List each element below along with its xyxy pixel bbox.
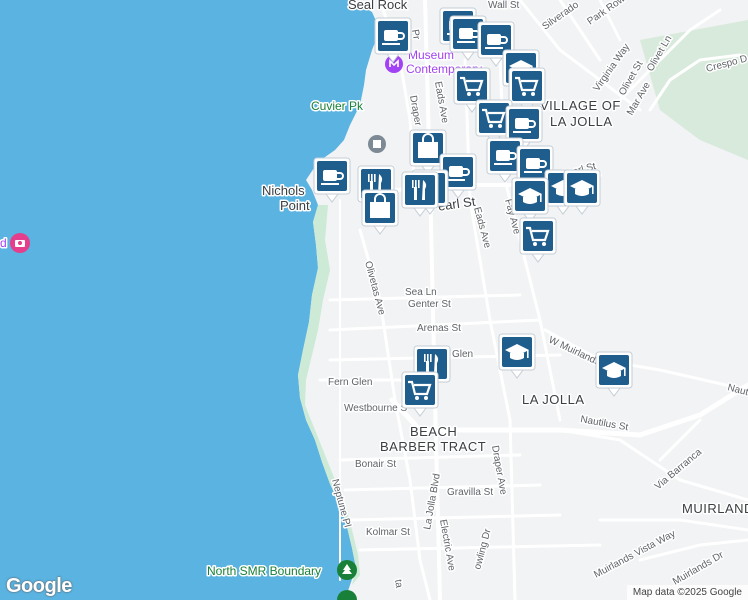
- label-westbourne: Westbourne S: [344, 403, 408, 414]
- label-arenas-st: Arenas St: [417, 323, 461, 334]
- label-north-smr-boundary: North SMR Boundary: [207, 564, 321, 578]
- map-canvas[interactable]: Seal Rock Museum Contemporary Cuvier Pk …: [0, 0, 748, 600]
- label-la-jolla: LA JOLLA: [522, 392, 585, 407]
- label-glen: Glen: [452, 349, 473, 360]
- park-tree-icon[interactable]: [337, 560, 357, 580]
- label-museum: Museum: [408, 48, 454, 62]
- label-cuvier-park: Cuvier Pk: [311, 99, 364, 113]
- label-nichols: Nichols: [262, 183, 305, 198]
- poi-camera-icon[interactable]: [10, 233, 30, 253]
- label-barber-tract: BARBER TRACT: [380, 439, 486, 454]
- label-seal-rock: Seal Rock: [348, 0, 408, 12]
- label-gravilla-st: Gravilla St: [447, 487, 493, 498]
- label-wall-st: Wall St: [488, 0, 520, 11]
- label-kolmar-st: Kolmar St: [366, 527, 410, 538]
- label-sea-ln: Sea Ln: [405, 287, 437, 298]
- label-fragment-d: d: [0, 236, 7, 250]
- label-point: Point: [280, 198, 310, 213]
- label-la-jolla-village: LA JOLLA: [550, 114, 613, 129]
- label-muirlands: MUIRLANDS: [682, 501, 748, 516]
- label-bonair-st: Bonair St: [355, 459, 396, 470]
- label-village-of: VILLAGE OF: [540, 98, 621, 113]
- label-fern-glen: Fern Glen: [328, 377, 372, 388]
- label-genter-st: Genter St: [408, 299, 451, 310]
- landmark-icon[interactable]: [368, 135, 386, 153]
- label-beach: BEACH: [410, 424, 457, 439]
- map-attribution[interactable]: Map data ©2025 Google: [626, 585, 748, 600]
- google-logo[interactable]: Google: [6, 575, 72, 598]
